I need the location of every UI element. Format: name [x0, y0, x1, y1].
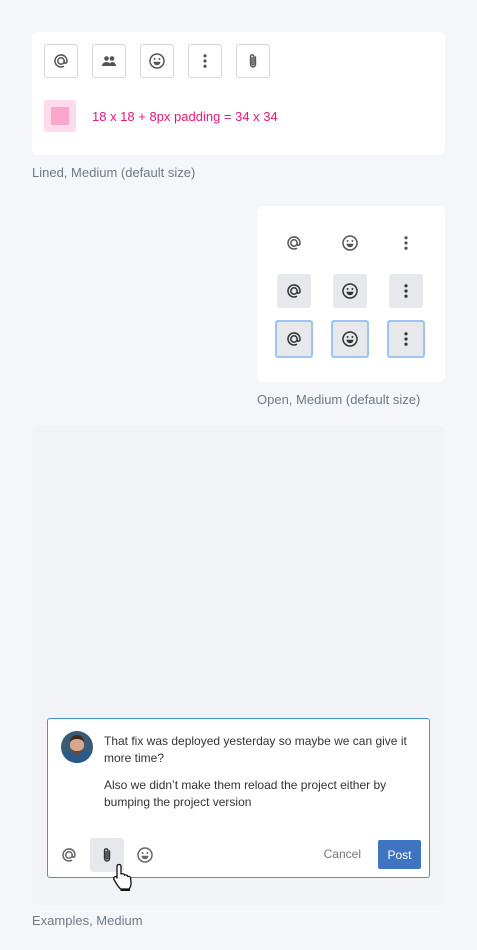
lined-people-button[interactable] — [92, 44, 126, 78]
open-at-button-focus[interactable] — [275, 320, 313, 358]
lined-caption: Lined, Medium (default size) — [32, 165, 196, 180]
icon-area-swatch — [51, 107, 69, 125]
more-vertical-icon — [404, 332, 408, 346]
lined-at-button[interactable] — [44, 44, 78, 78]
message-text-1: That fix was deployed yesterday so maybe… — [104, 734, 407, 765]
at-icon — [287, 236, 301, 250]
size-swatch — [44, 100, 76, 132]
open-emoji-button-focus[interactable] — [331, 320, 369, 358]
post-button[interactable]: Post — [378, 840, 421, 869]
more-vertical-icon — [404, 236, 408, 250]
open-emoji-button[interactable] — [333, 226, 367, 260]
people-icon — [102, 56, 116, 66]
lined-card: 18 x 18 + 8px padding = 34 x 34 — [32, 32, 445, 155]
at-icon — [62, 848, 76, 862]
cancel-button[interactable]: Cancel — [324, 847, 361, 861]
open-more-button-focus[interactable] — [387, 320, 425, 358]
measure-label: 18 x 18 + 8px padding = 34 x 34 — [92, 109, 278, 124]
comment-composer[interactable]: That fix was deployed yesterday so maybe… — [47, 718, 430, 878]
paperclip-icon — [249, 54, 257, 68]
open-at-button-hover[interactable] — [277, 274, 311, 308]
lined-emoji-button[interactable] — [140, 44, 174, 78]
avatar — [61, 731, 93, 763]
more-vertical-icon — [404, 284, 408, 298]
emoji-icon — [342, 331, 358, 347]
open-at-button[interactable] — [277, 226, 311, 260]
emoji-icon — [149, 53, 165, 69]
open-more-button-hover[interactable] — [389, 274, 423, 308]
open-emoji-button-hover[interactable] — [333, 274, 367, 308]
lined-more-button[interactable] — [188, 44, 222, 78]
examples-caption: Examples, Medium — [32, 913, 143, 928]
open-more-button[interactable] — [389, 226, 423, 260]
composer-at-button[interactable] — [52, 838, 86, 872]
more-vertical-icon — [203, 54, 207, 68]
emoji-icon — [342, 235, 358, 251]
open-card — [257, 206, 445, 382]
message-text-2: Also we didn’t make them reload the proj… — [104, 778, 387, 809]
at-icon — [287, 332, 301, 346]
open-caption: Open, Medium (default size) — [257, 392, 421, 407]
hand-cursor-icon — [111, 862, 137, 892]
at-icon — [54, 54, 68, 68]
emoji-icon — [342, 283, 358, 299]
at-icon — [287, 284, 301, 298]
lined-attach-button[interactable] — [236, 44, 270, 78]
emoji-icon — [137, 847, 153, 863]
